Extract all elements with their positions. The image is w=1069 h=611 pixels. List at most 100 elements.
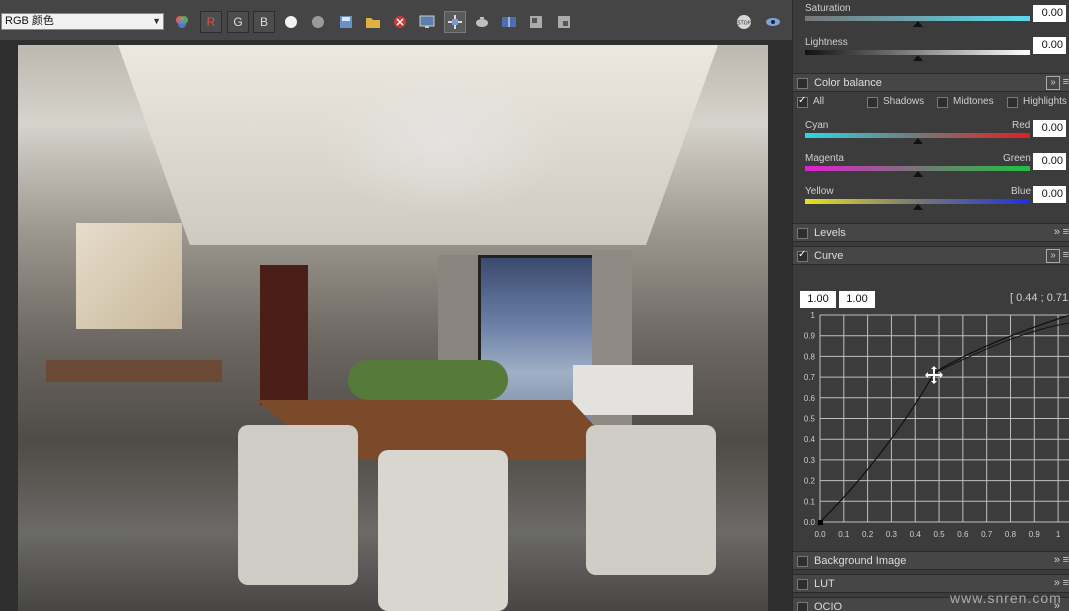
red-label: Red — [1012, 120, 1031, 131]
curve-y-tick-label: 0.4 — [804, 435, 816, 444]
display-icon[interactable] — [416, 11, 438, 33]
lut-title: LUT — [814, 578, 835, 590]
sideboard — [46, 360, 222, 382]
curve-title: Curve — [814, 250, 844, 262]
collapse-icon[interactable]: » — [1046, 76, 1060, 90]
ocio-title: OCIO — [814, 601, 843, 611]
collapse-icon[interactable]: » — [1046, 249, 1060, 263]
menu-icon[interactable]: ≡ — [1063, 554, 1069, 566]
magenta-green-value[interactable]: 0.00 — [1033, 153, 1066, 170]
chair — [238, 425, 358, 585]
white-channel-icon[interactable] — [280, 11, 302, 33]
green-label: Green — [1003, 153, 1031, 164]
expand-icon[interactable]: » — [1054, 577, 1060, 589]
stop-render-icon[interactable]: STOP — [733, 11, 755, 33]
door — [260, 265, 308, 405]
curve-x-tick-label: 0.7 — [981, 530, 993, 539]
lightness-thumb[interactable] — [913, 55, 923, 61]
menu-icon[interactable]: ≡ — [1063, 249, 1069, 261]
mono-channel-icon[interactable] — [307, 11, 329, 33]
rendered-image — [18, 45, 768, 611]
background-image-enable-checkbox[interactable] — [797, 556, 808, 567]
magenta-green-thumb[interactable] — [913, 171, 923, 177]
curve-x-tick-label: 0.0 — [814, 530, 826, 539]
compare-icon[interactable] — [498, 11, 520, 33]
chair — [586, 425, 716, 575]
color-balance-enable-checkbox[interactable] — [797, 78, 808, 89]
curve-y-tick-label: 0.9 — [804, 332, 816, 341]
magenta-label: Magenta — [805, 153, 844, 164]
red-channel-button[interactable]: R — [200, 11, 222, 33]
region-select-icon[interactable] — [444, 11, 466, 33]
saturation-label: Saturation — [805, 3, 851, 14]
render-viewport[interactable] — [0, 40, 792, 611]
levels-header[interactable]: Levels » ≡ — [793, 223, 1069, 242]
levels-enable-checkbox[interactable] — [797, 228, 808, 239]
chandelier — [318, 65, 568, 215]
curve-enable-checkbox[interactable] — [797, 249, 808, 262]
curve-x-tick-label: 0.1 — [838, 530, 850, 539]
wall-artwork — [76, 223, 182, 329]
saturation-value[interactable]: 0.00 — [1033, 5, 1066, 22]
sofa — [573, 365, 693, 415]
yellow-blue-thumb[interactable] — [913, 204, 923, 210]
curve-x-ticks: 0.0 0.1 0.2 0.3 0.4 0.5 0.6 0.7 0.8 0.9 1 — [814, 530, 1060, 539]
all-checkbox[interactable] — [797, 95, 808, 108]
menu-icon[interactable]: ≡ — [1063, 577, 1069, 589]
highlights-label: Highlights — [1023, 96, 1067, 107]
green-channel-button[interactable]: G — [227, 11, 249, 33]
curve-y-tick-label: 0.8 — [804, 352, 816, 361]
expand-icon[interactable]: » — [1054, 554, 1060, 566]
curve-start-point[interactable] — [818, 520, 823, 525]
curve-y-tick-label: 0.1 — [804, 497, 816, 506]
eye-icon[interactable] — [762, 11, 784, 33]
layer-a-icon[interactable] — [525, 11, 547, 33]
open-folder-icon[interactable] — [362, 11, 384, 33]
highlights-checkbox[interactable] — [1007, 97, 1018, 108]
yellow-label: Yellow — [805, 186, 834, 197]
layer-b-icon[interactable] — [553, 11, 575, 33]
cyan-red-value[interactable]: 0.00 — [1033, 120, 1066, 137]
curve-coordinates: [ 0.44 ; 0.71 — [1010, 292, 1069, 304]
menu-icon[interactable]: ≡ — [1063, 226, 1069, 238]
curve-y-tick-label: 1 — [811, 311, 816, 320]
svg-text:STOP: STOP — [737, 21, 750, 27]
yellow-blue-value[interactable]: 0.00 — [1033, 186, 1066, 203]
toolbar: RGB 颜色 ▼ R G B STOP — [0, 0, 792, 41]
cyan-red-thumb[interactable] — [913, 138, 923, 144]
blue-label: Blue — [1011, 186, 1032, 197]
saturation-thumb[interactable] — [913, 21, 923, 27]
curve-y-tick-label: 0.5 — [804, 415, 816, 424]
save-icon[interactable] — [335, 11, 357, 33]
curve-x-tick-label: 0.6 — [957, 530, 969, 539]
curve-editor[interactable]: 10.90.80.70.60.50.40.30.20.10.0 0.0 0.1 0.… — [793, 305, 1069, 543]
color-correction-panel: Saturation 0.00 Lightness 0.00 Color bal… — [792, 0, 1069, 611]
expand-icon[interactable]: » — [1054, 226, 1060, 238]
cyan-label: Cyan — [805, 120, 829, 131]
chevron-down-icon: ▼ — [152, 16, 161, 26]
menu-icon[interactable]: ≡ — [1063, 76, 1069, 88]
curve-grid — [819, 314, 1069, 523]
background-image-header[interactable]: Background Image » ≡ — [793, 551, 1069, 570]
all-label: All — [813, 96, 825, 107]
lightness-value[interactable]: 0.00 — [1033, 37, 1066, 54]
chair — [378, 450, 508, 611]
clear-icon[interactable] — [389, 11, 411, 33]
shadows-checkbox[interactable] — [867, 97, 878, 108]
ocio-enable-checkbox[interactable] — [797, 602, 808, 611]
color-balance-header[interactable]: Color balance » ≡ — [793, 73, 1069, 92]
blue-channel-button[interactable]: B — [253, 11, 275, 33]
levels-title: Levels — [814, 227, 846, 239]
curve-header[interactable]: Curve » ≡ — [793, 246, 1069, 265]
midtones-checkbox[interactable] — [937, 97, 948, 108]
background-image-title: Background Image — [814, 555, 907, 567]
channel-select[interactable]: RGB 颜色 ▼ — [1, 13, 164, 30]
curve-line-secondary — [933, 322, 1069, 374]
table-plants — [348, 360, 508, 400]
curve-y-ticks: 1 0.9 0.8 0.7 0.6 0.5 0.4 0.3 0.2 0.1 0.0 — [804, 311, 816, 527]
curve-y-tick-label: 0.3 — [804, 456, 816, 465]
color-channels-icon[interactable] — [171, 11, 193, 33]
lut-enable-checkbox[interactable] — [797, 579, 808, 590]
shadows-label: Shadows — [883, 96, 925, 107]
teapot-icon[interactable] — [471, 11, 493, 33]
